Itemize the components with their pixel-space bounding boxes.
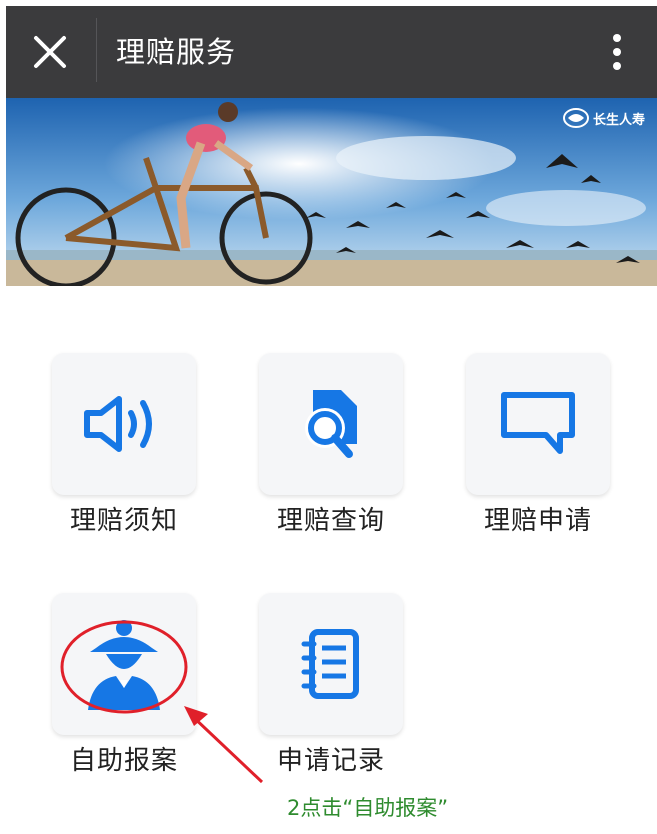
document-search-icon (305, 390, 357, 458)
more-button[interactable] (607, 28, 627, 76)
brand-emblem-icon (562, 108, 589, 128)
annotation-text: 2点击“自助报案” (287, 796, 449, 820)
tile-claim-notice[interactable] (52, 353, 196, 495)
tile-label-self-report: 自助报案 (69, 746, 178, 776)
tile-label-claim-apply: 理赔申请 (483, 506, 592, 536)
top-bar: 理赔服务 (6, 6, 657, 98)
tile-self-report[interactable] (52, 593, 196, 735)
page-title: 理赔服务 (116, 35, 237, 69)
tile-claim-query[interactable] (259, 353, 403, 495)
speaker-icon (84, 396, 152, 452)
tile-label-apply-records: 申请记录 (276, 746, 385, 776)
more-vertical-icon (613, 34, 621, 70)
tile-claim-apply[interactable] (466, 353, 610, 495)
chat-bubble-icon (501, 392, 575, 454)
agent-icon (88, 620, 160, 710)
brand-logo: 长生人寿 (562, 108, 645, 128)
tile-apply-records[interactable] (259, 593, 403, 735)
close-button[interactable] (26, 28, 74, 76)
tile-label-claim-query: 理赔查询 (276, 506, 385, 536)
notebook-icon (301, 629, 359, 699)
banner-image: 长生人寿 (6, 98, 657, 286)
divider (96, 18, 97, 82)
close-icon (34, 36, 66, 68)
brand-name: 长生人寿 (592, 112, 645, 128)
tile-label-claim-notice: 理赔须知 (69, 506, 178, 536)
